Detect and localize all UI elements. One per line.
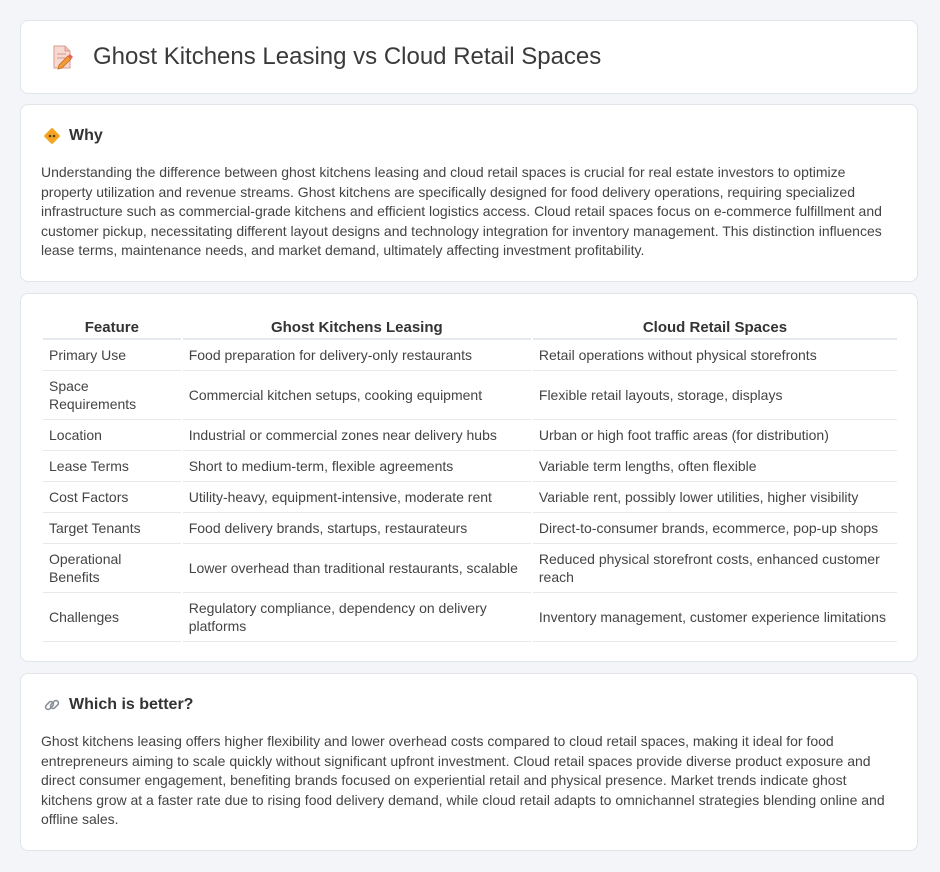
cloud-retail-cell: Variable rent, possibly lower utilities,… xyxy=(532,482,897,513)
feature-cell: Challenges xyxy=(43,593,181,642)
table-row: Operational Benefits Lower overhead than… xyxy=(43,544,897,593)
header-feature: Feature xyxy=(43,316,181,340)
pencil-document-icon xyxy=(53,45,73,70)
which-body: Ghost kitchens leasing offers higher fle… xyxy=(41,733,885,828)
ghost-kitchens-cell: Utility-heavy, equipment-intensive, mode… xyxy=(182,482,531,513)
ghost-kitchens-cell: Industrial or commercial zones near deli… xyxy=(182,420,531,451)
feature-cell: Cost Factors xyxy=(43,482,181,513)
table-row: Space Requirements Commercial kitchen se… xyxy=(43,371,897,420)
comparison-table: Feature Ghost Kitchens Leasing Cloud Ret… xyxy=(41,316,899,642)
feature-cell: Location xyxy=(43,420,181,451)
why-heading: Why xyxy=(69,127,103,144)
ghost-kitchens-cell: Regulatory compliance, dependency on del… xyxy=(182,593,531,642)
cloud-retail-cell: Retail operations without physical store… xyxy=(532,340,897,371)
cloud-retail-cell: Reduced physical storefront costs, enhan… xyxy=(532,544,897,593)
cloud-retail-cell: Direct-to-consumer brands, ecommerce, po… xyxy=(532,513,897,544)
feature-cell: Target Tenants xyxy=(43,513,181,544)
table-row: Target Tenants Food delivery brands, sta… xyxy=(43,513,897,544)
why-section: Why Understanding the difference between… xyxy=(20,104,918,282)
table-row: Challenges Regulatory compliance, depend… xyxy=(43,593,897,642)
ghost-kitchens-cell: Food preparation for delivery-only resta… xyxy=(182,340,531,371)
ghost-kitchens-cell: Short to medium-term, flexible agreement… xyxy=(182,451,531,482)
feature-cell: Primary Use xyxy=(43,340,181,371)
which-heading-row: Which is better? xyxy=(43,696,193,714)
feature-cell: Lease Terms xyxy=(43,451,181,482)
cloud-retail-cell: Inventory management, customer experienc… xyxy=(532,593,897,642)
table-row: Cost Factors Utility-heavy, equipment-in… xyxy=(43,482,897,513)
cloud-retail-cell: Urban or high foot traffic areas (for di… xyxy=(532,420,897,451)
title-card: Ghost Kitchens Leasing vs Cloud Retail S… xyxy=(20,20,918,94)
cloud-retail-cell: Variable term lengths, often flexible xyxy=(532,451,897,482)
link-icon xyxy=(44,699,60,711)
feature-cell: Space Requirements xyxy=(43,371,181,420)
why-heading-row: Why xyxy=(43,127,103,145)
diamond-sign-icon xyxy=(44,128,60,144)
why-body: Understanding the difference between gho… xyxy=(41,164,882,259)
header-ghost-kitchens: Ghost Kitchens Leasing xyxy=(182,316,531,340)
cloud-retail-cell: Flexible retail layouts, storage, displa… xyxy=(532,371,897,420)
which-section: Which is better? Ghost kitchens leasing … xyxy=(20,673,918,851)
table-header-row: Feature Ghost Kitchens Leasing Cloud Ret… xyxy=(43,316,897,340)
table-row: Lease Terms Short to medium-term, flexib… xyxy=(43,451,897,482)
which-heading: Which is better? xyxy=(69,696,194,713)
ghost-kitchens-cell: Lower overhead than traditional restaura… xyxy=(182,544,531,593)
feature-cell: Operational Benefits xyxy=(43,544,181,593)
ghost-kitchens-cell: Food delivery brands, startups, restaura… xyxy=(182,513,531,544)
title-row: Ghost Kitchens Leasing vs Cloud Retail S… xyxy=(21,21,917,93)
table-row: Location Industrial or commercial zones … xyxy=(43,420,897,451)
header-cloud-retail: Cloud Retail Spaces xyxy=(532,316,897,340)
page-title: Ghost Kitchens Leasing vs Cloud Retail S… xyxy=(93,43,602,70)
ghost-kitchens-cell: Commercial kitchen setups, cooking equip… xyxy=(182,371,531,420)
table-row: Primary Use Food preparation for deliver… xyxy=(43,340,897,371)
comparison-card: Feature Ghost Kitchens Leasing Cloud Ret… xyxy=(20,293,918,662)
